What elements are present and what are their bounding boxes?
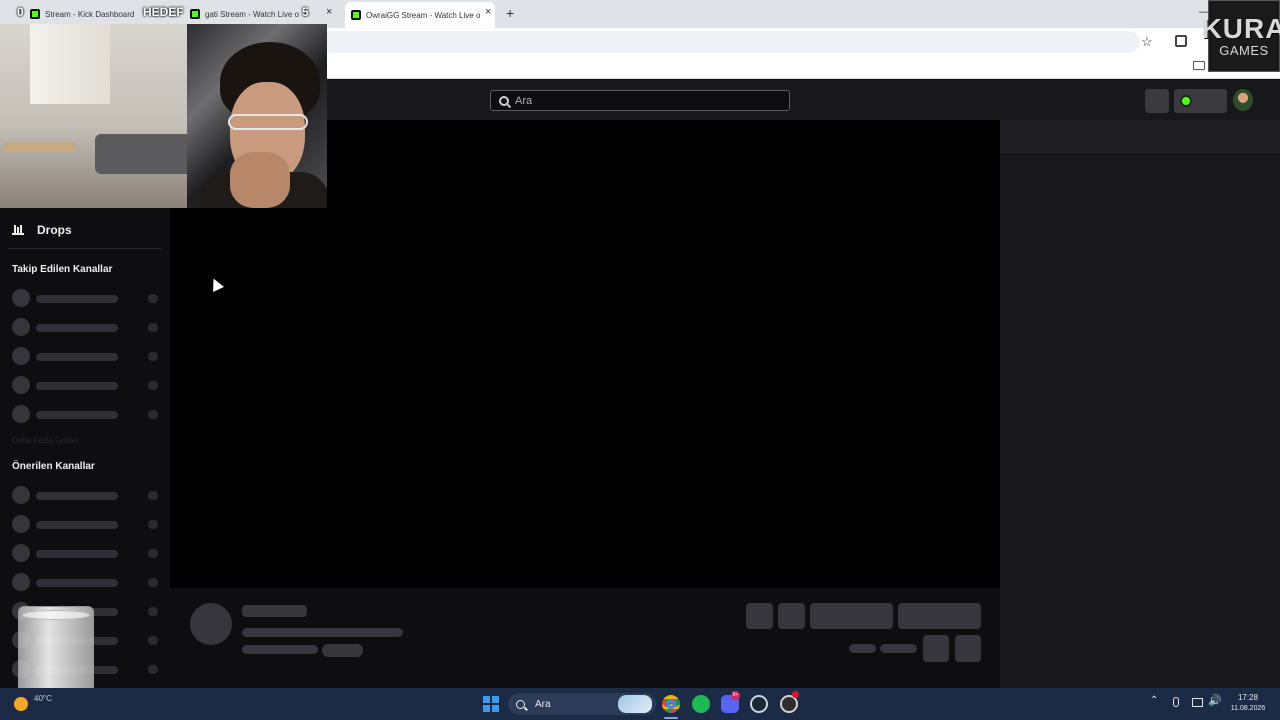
subscribe-button-skeleton[interactable] xyxy=(898,603,981,629)
tab-close-icon[interactable]: × xyxy=(485,6,491,18)
uptime-skeleton xyxy=(880,644,917,653)
search-box[interactable] xyxy=(490,90,790,111)
new-tab-button[interactable]: + xyxy=(506,5,514,21)
search-icon xyxy=(516,699,525,709)
viewer-count-skeleton xyxy=(849,644,876,653)
kura-games-logo: KURA GAMES xyxy=(1202,0,1280,72)
windows-taskbar: 40°C Ara 9+ ⌃ 🔊 17:28 11.08.2026 xyxy=(0,688,1280,720)
kick-favicon-icon xyxy=(190,9,200,19)
sidebar-item-drops[interactable]: Drops xyxy=(12,223,72,237)
stream-info-skeleton xyxy=(170,588,1000,688)
overlay-goal-label: HEDEF xyxy=(143,5,184,19)
steam-icon[interactable] xyxy=(750,695,768,713)
drops-label: Drops xyxy=(37,223,72,237)
show-more-link[interactable]: Daha Fazla Göster xyxy=(12,436,79,445)
tab-kick-dashboard[interactable]: Stream - Kick Dashboard xyxy=(30,2,140,26)
channel-skeleton-row xyxy=(12,347,162,365)
channel-skeleton-row xyxy=(12,318,162,336)
tab-title: gati Stream - Watch Live o xyxy=(205,9,299,19)
channel-skeleton-row xyxy=(12,486,162,504)
channel-skeleton-row xyxy=(12,544,162,562)
webcam-sofa xyxy=(95,134,195,174)
tab-gati-stream[interactable]: gati Stream - Watch Live o xyxy=(190,2,310,26)
streamer-name-skeleton xyxy=(242,605,307,617)
tab-title: OwraiGG Stream - Watch Live o xyxy=(366,10,481,20)
tab-close-icon[interactable]: × xyxy=(326,6,332,18)
share-button-skeleton[interactable] xyxy=(923,635,949,662)
chat-panel xyxy=(1000,120,1280,688)
channel-skeleton-row xyxy=(12,405,162,423)
tab-title: Stream - Kick Dashboard xyxy=(45,9,135,19)
taskbar-search-label: Ara xyxy=(535,698,551,710)
header-button-placeholder[interactable] xyxy=(1145,89,1169,113)
tab-owraigg-stream-active[interactable]: OwraiGG Stream - Watch Live o xyxy=(345,2,495,28)
webcam-desk xyxy=(5,142,75,152)
channel-skeleton-row xyxy=(12,376,162,394)
recommended-channels-title: Önerilen Kanallar xyxy=(12,461,95,472)
logo-text-bottom: GAMES xyxy=(1219,43,1269,58)
obs-recording-badge xyxy=(792,691,799,698)
sidebar-divider xyxy=(8,248,162,249)
stream-title-skeleton xyxy=(242,628,403,637)
extensions-icon[interactable] xyxy=(1175,35,1187,47)
display-icon[interactable] xyxy=(1192,698,1203,707)
kick-favicon-icon xyxy=(30,9,40,19)
channel-skeleton-row xyxy=(12,515,162,533)
header-balance-button[interactable] xyxy=(1174,89,1227,113)
discord-notification-badge: 9+ xyxy=(731,691,740,700)
action-button-skeleton[interactable] xyxy=(746,603,773,629)
overlay-right-counter: 5 xyxy=(302,5,309,19)
webcam-overlay xyxy=(0,24,327,208)
follow-button-skeleton[interactable] xyxy=(810,603,893,629)
stream-tag-skeleton xyxy=(322,644,363,657)
active-app-indicator xyxy=(664,717,678,719)
clock-time: 17:28 xyxy=(1237,693,1259,702)
chrome-icon[interactable] xyxy=(662,695,680,713)
channel-skeleton-row xyxy=(12,573,162,591)
bookmark-star-icon[interactable]: ☆ xyxy=(1141,34,1153,50)
action-button-skeleton[interactable] xyxy=(778,603,805,629)
streamer-avatar-skeleton xyxy=(190,603,232,645)
webcam-window xyxy=(30,24,110,104)
windows-start-icon[interactable] xyxy=(483,696,499,712)
taskbar-clock[interactable]: 17:28 11.08.2026 xyxy=(1226,692,1270,714)
clock-date: 11.08.2026 xyxy=(1230,705,1266,712)
more-button-skeleton[interactable] xyxy=(955,635,981,662)
address-bar[interactable] xyxy=(320,31,1140,53)
chat-panel-header xyxy=(1000,120,1280,153)
taskbar-search[interactable]: Ara xyxy=(508,693,656,715)
search-input[interactable] xyxy=(515,94,775,107)
followed-channels-title: Takip Edilen Kanallar xyxy=(12,264,113,275)
volume-icon[interactable]: 🔊 xyxy=(1208,694,1222,707)
logo-text-top: KURA xyxy=(1201,13,1280,44)
drops-icon xyxy=(12,224,24,236)
tray-overflow-chevron-icon[interactable]: ⌃ xyxy=(1150,695,1158,706)
kick-favicon-icon xyxy=(351,10,361,20)
spotify-icon[interactable] xyxy=(692,695,710,713)
webcam-streamer xyxy=(200,42,327,208)
user-avatar[interactable] xyxy=(1233,89,1253,111)
weather-sun-icon[interactable] xyxy=(14,697,28,711)
overlay-left-counter: 0 xyxy=(17,5,24,19)
search-icon xyxy=(499,95,509,106)
microphone-icon[interactable] xyxy=(1173,697,1179,707)
kick-logo-icon xyxy=(1180,95,1192,107)
weather-temperature: 40°C xyxy=(34,694,52,703)
bookmark-folder-icon[interactable] xyxy=(1193,61,1205,70)
channel-skeleton-row xyxy=(12,289,162,307)
stream-category-skeleton xyxy=(242,645,318,654)
search-highlight-image xyxy=(618,695,652,713)
